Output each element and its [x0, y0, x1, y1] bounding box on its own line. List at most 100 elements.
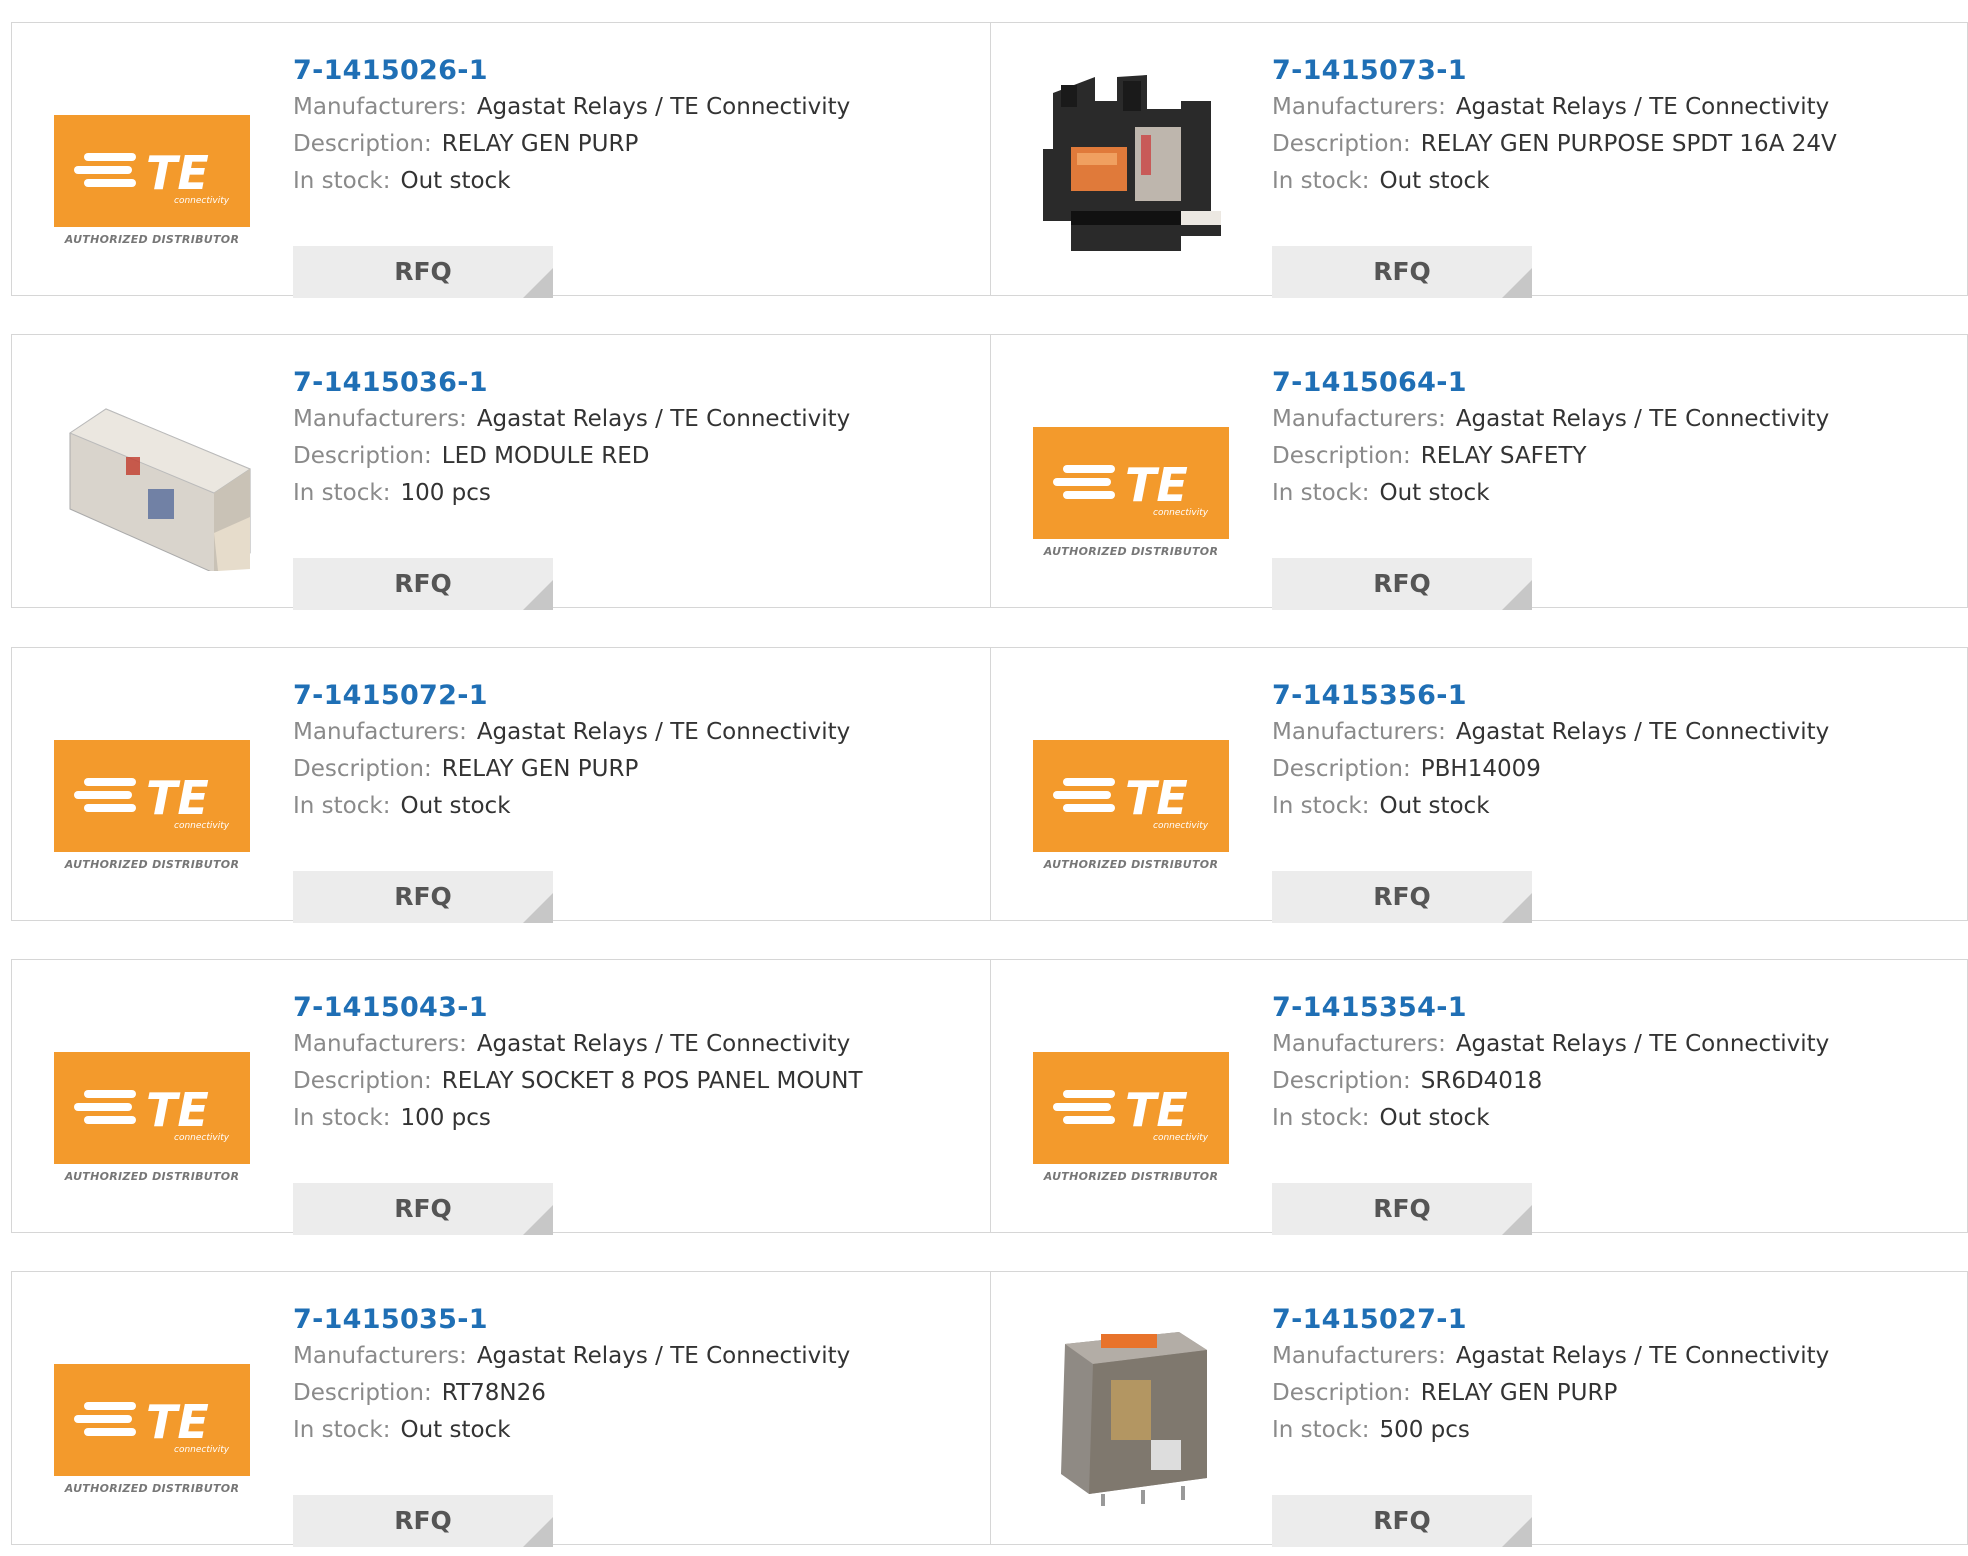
- manufacturer-row: Manufacturers: Agastat Relays / TE Connec…: [1272, 1338, 1829, 1375]
- stock-row: In stock: Out stock: [1272, 788, 1829, 825]
- description-label: Description:: [1272, 1068, 1411, 1094]
- stock-value: 100 pcs: [400, 480, 491, 506]
- rfq-button-label: RFQ: [394, 569, 452, 598]
- description-row: Description: LED MODULE RED: [293, 438, 850, 475]
- product-info: 7-1415027-1 Manufacturers: Agastat Relays…: [1272, 1302, 1829, 1547]
- te-logo-caption: AUTHORIZED DISTRIBUTOR: [64, 1482, 240, 1495]
- te-logo-mark-icon: TEconnectivity: [74, 771, 230, 831]
- manufacturer-label: Manufacturers:: [1272, 94, 1446, 120]
- stock-label: In stock:: [293, 1417, 391, 1443]
- product-card: 7-1415036-1 Manufacturers: Agastat Relays…: [12, 335, 990, 610]
- relay-cube-photo-icon: [1061, 1332, 1207, 1506]
- product-info: 7-1415035-1 Manufacturers: Agastat Relays…: [293, 1302, 850, 1547]
- rfq-button[interactable]: RFQ: [293, 871, 553, 923]
- description-value: SR6D4018: [1420, 1068, 1543, 1094]
- manufacturer-label: Manufacturers:: [293, 94, 467, 120]
- rfq-button[interactable]: RFQ: [1272, 558, 1532, 610]
- te-logo-caption: AUTHORIZED DISTRIBUTOR: [64, 858, 240, 871]
- rfq-corner-decoration: [1502, 1205, 1532, 1235]
- te-logo-mark-icon: TEconnectivity: [1053, 1083, 1209, 1143]
- stock-row: In stock: Out stock: [293, 1412, 850, 1449]
- part-number-link[interactable]: 7-1415354-1: [1272, 990, 1829, 1026]
- stock-row: In stock: 500 pcs: [1272, 1412, 1829, 1449]
- product-image[interactable]: [52, 373, 252, 574]
- rfq-button-label: RFQ: [1373, 1506, 1431, 1535]
- part-number-link[interactable]: 7-1415026-1: [293, 53, 850, 89]
- product-image[interactable]: [1031, 1310, 1231, 1508]
- manufacturer-row: Manufacturers: Agastat Relays / TE Connec…: [1272, 1026, 1829, 1063]
- description-row: Description: RELAY SOCKET 8 POS PANEL MOU…: [293, 1063, 863, 1100]
- rfq-button[interactable]: RFQ: [293, 1495, 553, 1547]
- te-logo-caption: AUTHORIZED DISTRIBUTOR: [1043, 1170, 1219, 1183]
- part-number-link[interactable]: 7-1415072-1: [293, 678, 850, 714]
- rfq-corner-decoration: [1502, 1517, 1532, 1547]
- te-logo-brand: TE: [146, 146, 209, 200]
- description-row: Description: RT78N26: [293, 1375, 850, 1412]
- product-info: 7-1415064-1 Manufacturers: Agastat Relays…: [1272, 365, 1829, 610]
- te-logo-mark-icon: TEconnectivity: [74, 1395, 230, 1455]
- manufacturer-label: Manufacturers:: [1272, 406, 1446, 432]
- product-image[interactable]: TE connectivity AUTHORIZED DISTRIBUTOR: [52, 998, 252, 1196]
- product-row: TE connectivity AUTHORIZED DISTRIBUTOR 7-1…: [11, 1271, 1968, 1547]
- part-number-link[interactable]: 7-1415036-1: [293, 365, 850, 401]
- rfq-button[interactable]: RFQ: [1272, 1495, 1532, 1547]
- product-info: 7-1415356-1 Manufacturers: Agastat Relays…: [1272, 678, 1829, 923]
- description-label: Description:: [1272, 756, 1411, 782]
- stock-value: Out stock: [400, 168, 511, 194]
- description-value: RELAY GEN PURP: [441, 756, 639, 782]
- product-image[interactable]: TE connectivity AUTHORIZED DISTRIBUTOR: [1031, 998, 1231, 1196]
- stock-value: Out stock: [400, 793, 511, 819]
- part-number-link[interactable]: 7-1415073-1: [1272, 53, 1837, 89]
- stock-value: Out stock: [1379, 168, 1490, 194]
- rfq-button[interactable]: RFQ: [293, 246, 553, 298]
- rfq-button-label: RFQ: [1373, 257, 1431, 286]
- te-logo-brand: TE: [146, 771, 209, 825]
- rfq-corner-decoration: [523, 1205, 553, 1235]
- product-image[interactable]: TE connectivity AUTHORIZED DISTRIBUTOR: [52, 61, 252, 259]
- manufacturer-label: Manufacturers:: [293, 406, 467, 432]
- product-info: 7-1415073-1 Manufacturers: Agastat Relays…: [1272, 53, 1837, 298]
- te-logo-sub: connectivity: [174, 1133, 230, 1143]
- te-logo-brand: TE: [1125, 1083, 1188, 1137]
- manufacturer-label: Manufacturers:: [1272, 1343, 1446, 1369]
- product-image[interactable]: [1031, 61, 1231, 259]
- manufacturer-label: Manufacturers:: [1272, 719, 1446, 745]
- manufacturer-label: Manufacturers:: [293, 1343, 467, 1369]
- part-number-link[interactable]: 7-1415043-1: [293, 990, 863, 1026]
- rfq-button-label: RFQ: [394, 882, 452, 911]
- te-logo-box: TE connectivity: [1033, 1052, 1229, 1164]
- product-row: TE connectivity AUTHORIZED DISTRIBUTOR 7-1…: [11, 959, 1968, 1235]
- part-number-link[interactable]: 7-1415064-1: [1272, 365, 1829, 401]
- rfq-corner-decoration: [1502, 268, 1532, 298]
- part-number-link[interactable]: 7-1415027-1: [1272, 1302, 1829, 1338]
- product-image[interactable]: TE connectivity AUTHORIZED DISTRIBUTOR: [52, 686, 252, 884]
- rfq-button[interactable]: RFQ: [293, 1183, 553, 1235]
- rfq-button[interactable]: RFQ: [1272, 871, 1532, 923]
- manufacturer-row: Manufacturers: Agastat Relays / TE Connec…: [293, 89, 850, 126]
- rfq-button[interactable]: RFQ: [1272, 246, 1532, 298]
- product-image[interactable]: TE connectivity AUTHORIZED DISTRIBUTOR: [1031, 373, 1231, 571]
- manufacturer-label: Manufacturers:: [293, 719, 467, 745]
- stock-value: Out stock: [1379, 480, 1490, 506]
- manufacturer-row: Manufacturers: Agastat Relays / TE Connec…: [293, 1338, 850, 1375]
- product-info: 7-1415043-1 Manufacturers: Agastat Relays…: [293, 990, 863, 1235]
- part-number-link[interactable]: 7-1415356-1: [1272, 678, 1829, 714]
- te-logo-box: TE connectivity: [1033, 740, 1229, 852]
- manufacturer-value: Agastat Relays / TE Connectivity: [1455, 94, 1830, 120]
- manufacturer-value: Agastat Relays / TE Connectivity: [476, 1031, 851, 1057]
- product-card: TE connectivity AUTHORIZED DISTRIBUTOR 7-1…: [12, 960, 990, 1235]
- product-image[interactable]: TE connectivity AUTHORIZED DISTRIBUTOR: [52, 1310, 252, 1508]
- part-number-link[interactable]: 7-1415035-1: [293, 1302, 850, 1338]
- stock-label: In stock:: [1272, 793, 1370, 819]
- product-image[interactable]: TE connectivity AUTHORIZED DISTRIBUTOR: [1031, 686, 1231, 884]
- te-logo-mark-icon: TEconnectivity: [1053, 771, 1209, 831]
- description-row: Description: RELAY GEN PURP: [293, 751, 850, 788]
- rfq-button[interactable]: RFQ: [293, 558, 553, 610]
- te-logo-sub: connectivity: [1153, 1133, 1209, 1143]
- te-logo-brand: TE: [1125, 458, 1188, 512]
- stock-row: In stock: 100 pcs: [293, 475, 850, 512]
- rfq-button[interactable]: RFQ: [1272, 1183, 1532, 1235]
- product-info: 7-1415036-1 Manufacturers: Agastat Relays…: [293, 365, 850, 610]
- te-logo-caption: AUTHORIZED DISTRIBUTOR: [1043, 858, 1219, 871]
- stock-row: In stock: 100 pcs: [293, 1100, 863, 1137]
